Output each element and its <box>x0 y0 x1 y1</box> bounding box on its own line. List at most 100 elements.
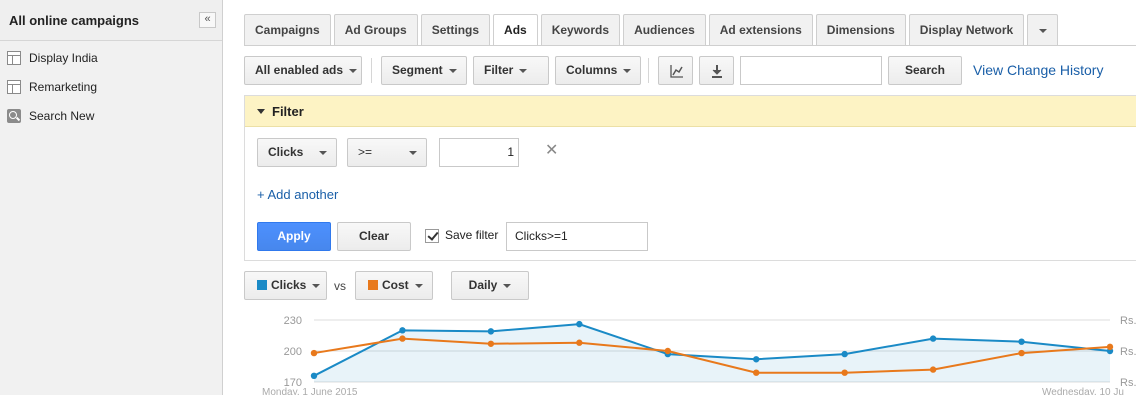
more-tabs-button[interactable] <box>1027 14 1059 45</box>
sidebar-item-search-new[interactable]: Search New <box>0 105 222 134</box>
tab-campaigns[interactable]: Campaigns <box>244 14 331 45</box>
sidebar-header: All online campaigns « <box>0 0 222 41</box>
filter-header[interactable]: Filter <box>245 96 1136 127</box>
search-button[interactable]: Search <box>888 56 962 85</box>
chevron-down-icon <box>409 151 417 155</box>
save-filter-label: Save filter <box>445 228 499 242</box>
sidebar-item-display-india[interactable]: Display India <box>0 47 222 76</box>
cost-point <box>1018 349 1025 357</box>
tab-ads[interactable]: Ads <box>493 14 538 46</box>
y-tick-label: 230 <box>284 315 302 327</box>
tab-bar: Campaigns Ad Groups Settings Ads Keyword… <box>244 14 1059 46</box>
status-filter-label: All enabled ads <box>255 63 344 77</box>
chevron-down-icon <box>349 68 358 73</box>
columns-dropdown[interactable]: Columns <box>555 56 641 85</box>
vs-label: vs <box>334 279 346 293</box>
chevron-down-icon <box>448 68 457 73</box>
download-icon <box>712 65 722 78</box>
clicks-point <box>576 320 583 328</box>
filter-operator-dropdown[interactable]: >= <box>347 138 427 167</box>
segment-label: Segment <box>392 63 443 77</box>
toolbar-separator <box>371 58 372 83</box>
clicks-swatch <box>257 280 267 290</box>
filter-dropdown[interactable]: Filter <box>473 56 549 85</box>
metric2-dropdown[interactable]: Cost <box>355 271 433 300</box>
clicks-point <box>1018 338 1025 345</box>
clear-button[interactable]: Clear <box>337 222 411 251</box>
sidebar-item-remarketing[interactable]: Remarketing <box>0 76 222 105</box>
cost-point <box>487 340 495 347</box>
sidebar-item-label: Remarketing <box>29 80 98 94</box>
view-change-history-link[interactable]: View Change History <box>973 62 1103 78</box>
segment-dropdown[interactable]: Segment <box>381 56 467 85</box>
metric1-label: Clicks <box>271 278 307 292</box>
download-button[interactable] <box>699 56 734 85</box>
chevron-down-icon <box>414 283 423 288</box>
collapse-triangle-icon <box>257 109 265 114</box>
filter-value-input[interactable]: 1 <box>439 138 519 167</box>
sidebar-item-label: Display India <box>29 51 98 65</box>
right-tick-label: Rs. <box>1120 315 1136 327</box>
columns-label: Columns <box>566 63 618 77</box>
campaign-list: Display India Remarketing Search New <box>0 41 222 134</box>
campaign-icon <box>7 51 21 65</box>
line-chart-icon <box>670 65 683 78</box>
filter-metric-dropdown[interactable]: Clicks <box>257 138 337 167</box>
clicks-point <box>841 350 848 358</box>
remove-condition-icon[interactable]: ✕ <box>545 140 558 160</box>
filter-operator-label: >= <box>358 145 373 159</box>
chevron-down-icon <box>1038 28 1047 33</box>
sidebar-item-label: Search New <box>29 109 95 123</box>
filter-panel: Filter Clicks >= 1 ✕ + Add another Apply… <box>244 95 1136 261</box>
y-tick-label: 200 <box>284 346 302 358</box>
tab-dimensions[interactable]: Dimensions <box>815 14 906 45</box>
metric1-dropdown[interactable]: Clicks <box>244 271 327 300</box>
tab-ad-extensions[interactable]: Ad extensions <box>708 14 813 45</box>
search-campaign-icon <box>7 109 21 123</box>
save-filter-checkbox[interactable] <box>425 229 439 243</box>
apply-button[interactable]: Apply <box>257 222 331 251</box>
chevron-down-icon <box>503 283 512 288</box>
performance-chart: 230 200 170 Rs. Rs. Rs. Monday, 1 June 2… <box>262 315 1136 395</box>
filter-metric-label: Clicks <box>268 145 304 159</box>
period-dropdown[interactable]: Daily <box>451 271 529 300</box>
tab-settings[interactable]: Settings <box>420 14 491 45</box>
metric2-label: Cost <box>382 278 409 292</box>
x-start-label: Monday, 1 June 2015 <box>262 387 358 395</box>
cost-swatch <box>368 280 378 290</box>
x-end-label: Wednesday, 10 Ju <box>1042 387 1124 395</box>
right-tick-label: Rs. <box>1120 346 1136 358</box>
cost-point <box>753 369 760 376</box>
graph-toggle-button[interactable] <box>658 56 693 85</box>
tab-ad-groups[interactable]: Ad Groups <box>333 14 418 45</box>
cost-point <box>929 366 937 373</box>
collapse-sidebar-icon[interactable]: « <box>199 12 216 28</box>
clicks-point <box>753 356 760 363</box>
cost-point <box>664 347 671 355</box>
clicks-point <box>399 327 406 334</box>
search-input[interactable] <box>740 56 882 85</box>
cost-point <box>576 339 583 346</box>
chevron-down-icon <box>319 151 327 155</box>
clicks-area <box>314 324 1110 382</box>
tab-keywords[interactable]: Keywords <box>540 14 621 45</box>
add-another-link[interactable]: + Add another <box>257 187 338 202</box>
save-filter-name-input[interactable]: Clicks>=1 <box>506 222 648 251</box>
clicks-point <box>929 335 937 342</box>
chevron-down-icon <box>519 68 528 73</box>
period-label: Daily <box>468 278 498 292</box>
tab-divider <box>244 45 1136 46</box>
cost-point <box>310 349 318 357</box>
campaign-icon <box>7 80 21 94</box>
main-content: Campaigns Ad Groups Settings Ads Keyword… <box>224 0 1136 395</box>
tab-audiences[interactable]: Audiences <box>623 14 706 45</box>
cost-point <box>841 369 848 376</box>
filter-title: Filter <box>272 104 304 119</box>
clicks-point <box>310 372 318 379</box>
sidebar-title[interactable]: All online campaigns <box>9 13 139 28</box>
campaign-sidebar: All online campaigns « Display India Rem… <box>0 0 223 395</box>
chevron-down-icon <box>623 68 632 73</box>
status-filter-dropdown[interactable]: All enabled ads <box>244 56 362 85</box>
tab-display-network[interactable]: Display Network <box>908 14 1025 45</box>
clicks-point <box>487 328 495 335</box>
